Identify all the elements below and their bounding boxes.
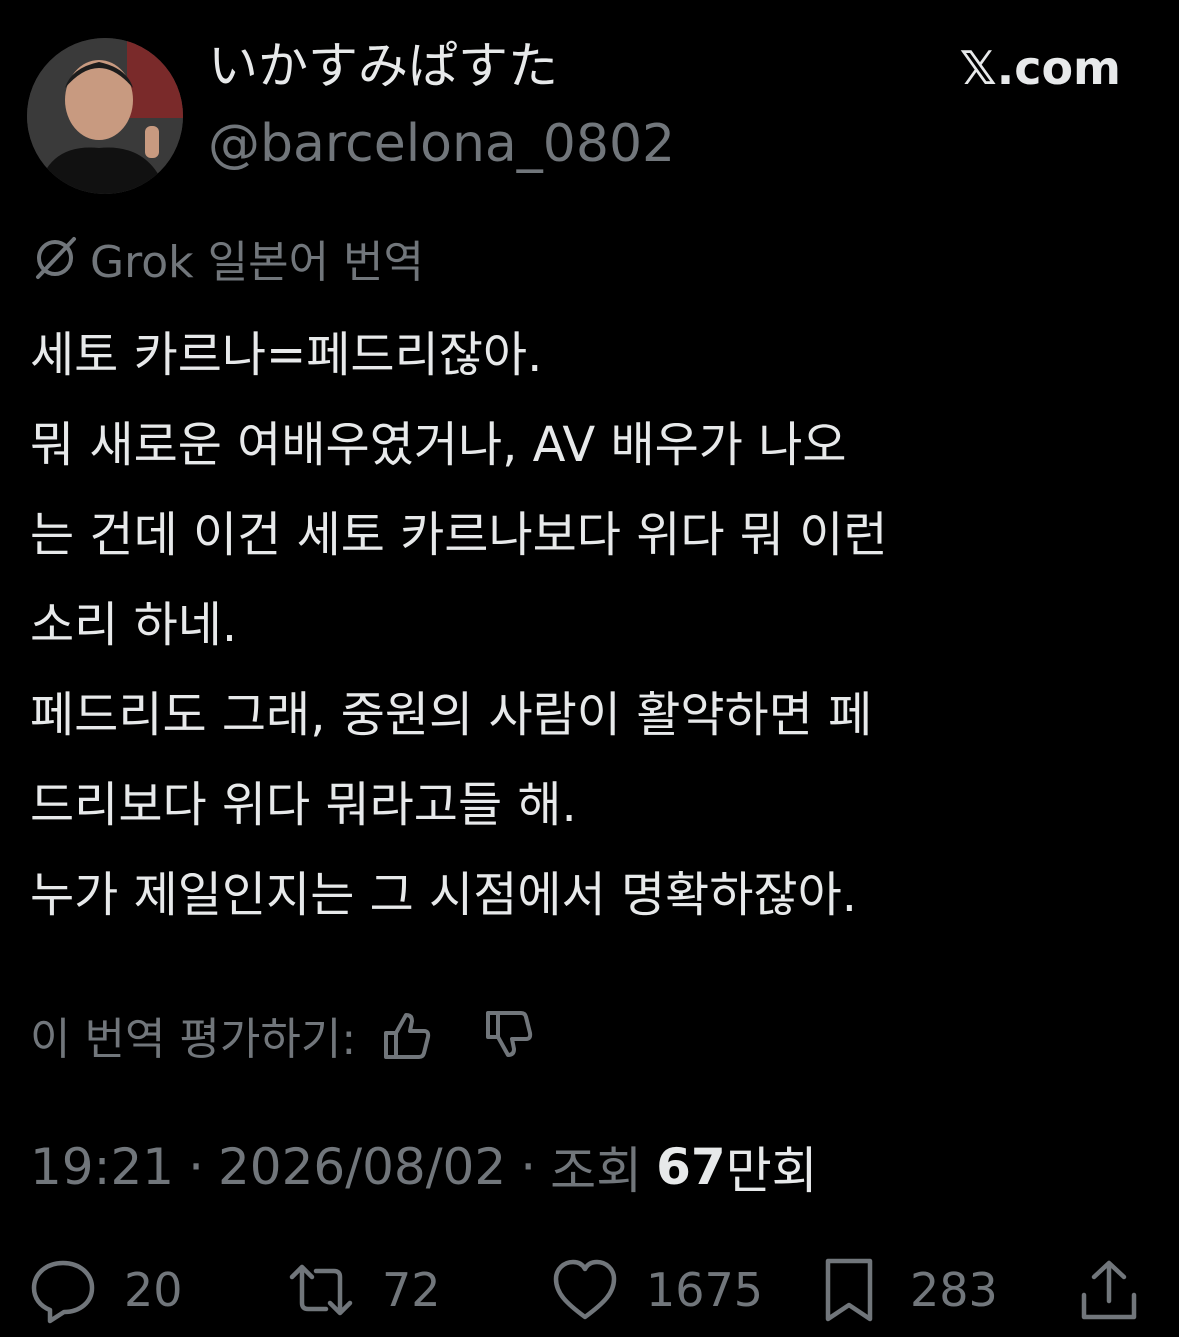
translation-text: Grok 일본어 번역	[90, 237, 424, 288]
post-date[interactable]: 2026/08/02	[218, 1138, 506, 1196]
meta-separator: ·	[520, 1138, 537, 1196]
avatar[interactable]	[27, 38, 183, 194]
grok-icon	[36, 237, 76, 279]
rate-label: 이 번역 평가하기:	[30, 1014, 357, 1065]
user-handle[interactable]: @barcelona_0802	[208, 112, 675, 176]
repost-button[interactable]: 72	[286, 1250, 441, 1330]
views-count: 67	[656, 1138, 726, 1196]
post-line: 드리보다 위다 뭐라고들 해.	[30, 777, 577, 833]
display-name[interactable]: いかすみぱすた	[208, 36, 558, 96]
post-meta: 19:21 · 2026/08/02 · 조회 67 만회	[30, 1132, 818, 1202]
post-line: 세토 카르나=페드리잖아.	[30, 327, 543, 383]
reply-count: 20	[124, 1263, 183, 1317]
share-icon	[1081, 1260, 1137, 1320]
reply-button[interactable]: 20	[28, 1250, 183, 1330]
post-line: 뭐 새로운 여배우였거나, AV 배우가 나오	[30, 417, 847, 473]
bookmark-icon	[825, 1258, 873, 1322]
reply-icon	[31, 1260, 95, 1324]
meta-separator: ·	[188, 1138, 204, 1196]
site-label: 𝕏.com	[959, 41, 1121, 95]
avatar-image	[27, 38, 183, 194]
post-line: 는 건데 이건 세토 카르나보다 위다 뭐 이런	[30, 507, 888, 563]
post-line: 누가 제일인지는 그 시점에서 명확하잖아.	[30, 867, 858, 923]
post-line: 페드리도 그래, 중원의 사람이 활약하면 페	[30, 687, 873, 743]
heart-icon	[553, 1259, 617, 1320]
post-line: 소리 하네.	[30, 597, 238, 653]
like-button[interactable]: 1675	[550, 1250, 763, 1330]
views-label: 조회	[550, 1142, 643, 1200]
repost-icon	[289, 1264, 353, 1316]
translation-label: Grok 일본어 번역	[30, 228, 424, 288]
bookmark-button[interactable]: 283	[814, 1250, 998, 1330]
post-body: 세토 카르나=페드리잖아. 뭐 새로운 여배우였거나, AV 배우가 나오 는 …	[30, 310, 1155, 940]
post-time: 19:21	[30, 1138, 175, 1196]
action-bar: 20 72 1675 283	[0, 1250, 1179, 1330]
repost-count: 72	[382, 1263, 441, 1317]
like-count: 1675	[646, 1263, 764, 1317]
thumbs-up-icon[interactable]	[376, 1005, 436, 1065]
bookmark-count: 283	[910, 1263, 998, 1317]
thumbs-down-icon[interactable]	[478, 1005, 538, 1065]
views-unit: 만회	[725, 1142, 818, 1200]
share-button[interactable]	[1074, 1250, 1144, 1330]
rate-translation: 이 번역 평가하기:	[30, 1000, 538, 1070]
